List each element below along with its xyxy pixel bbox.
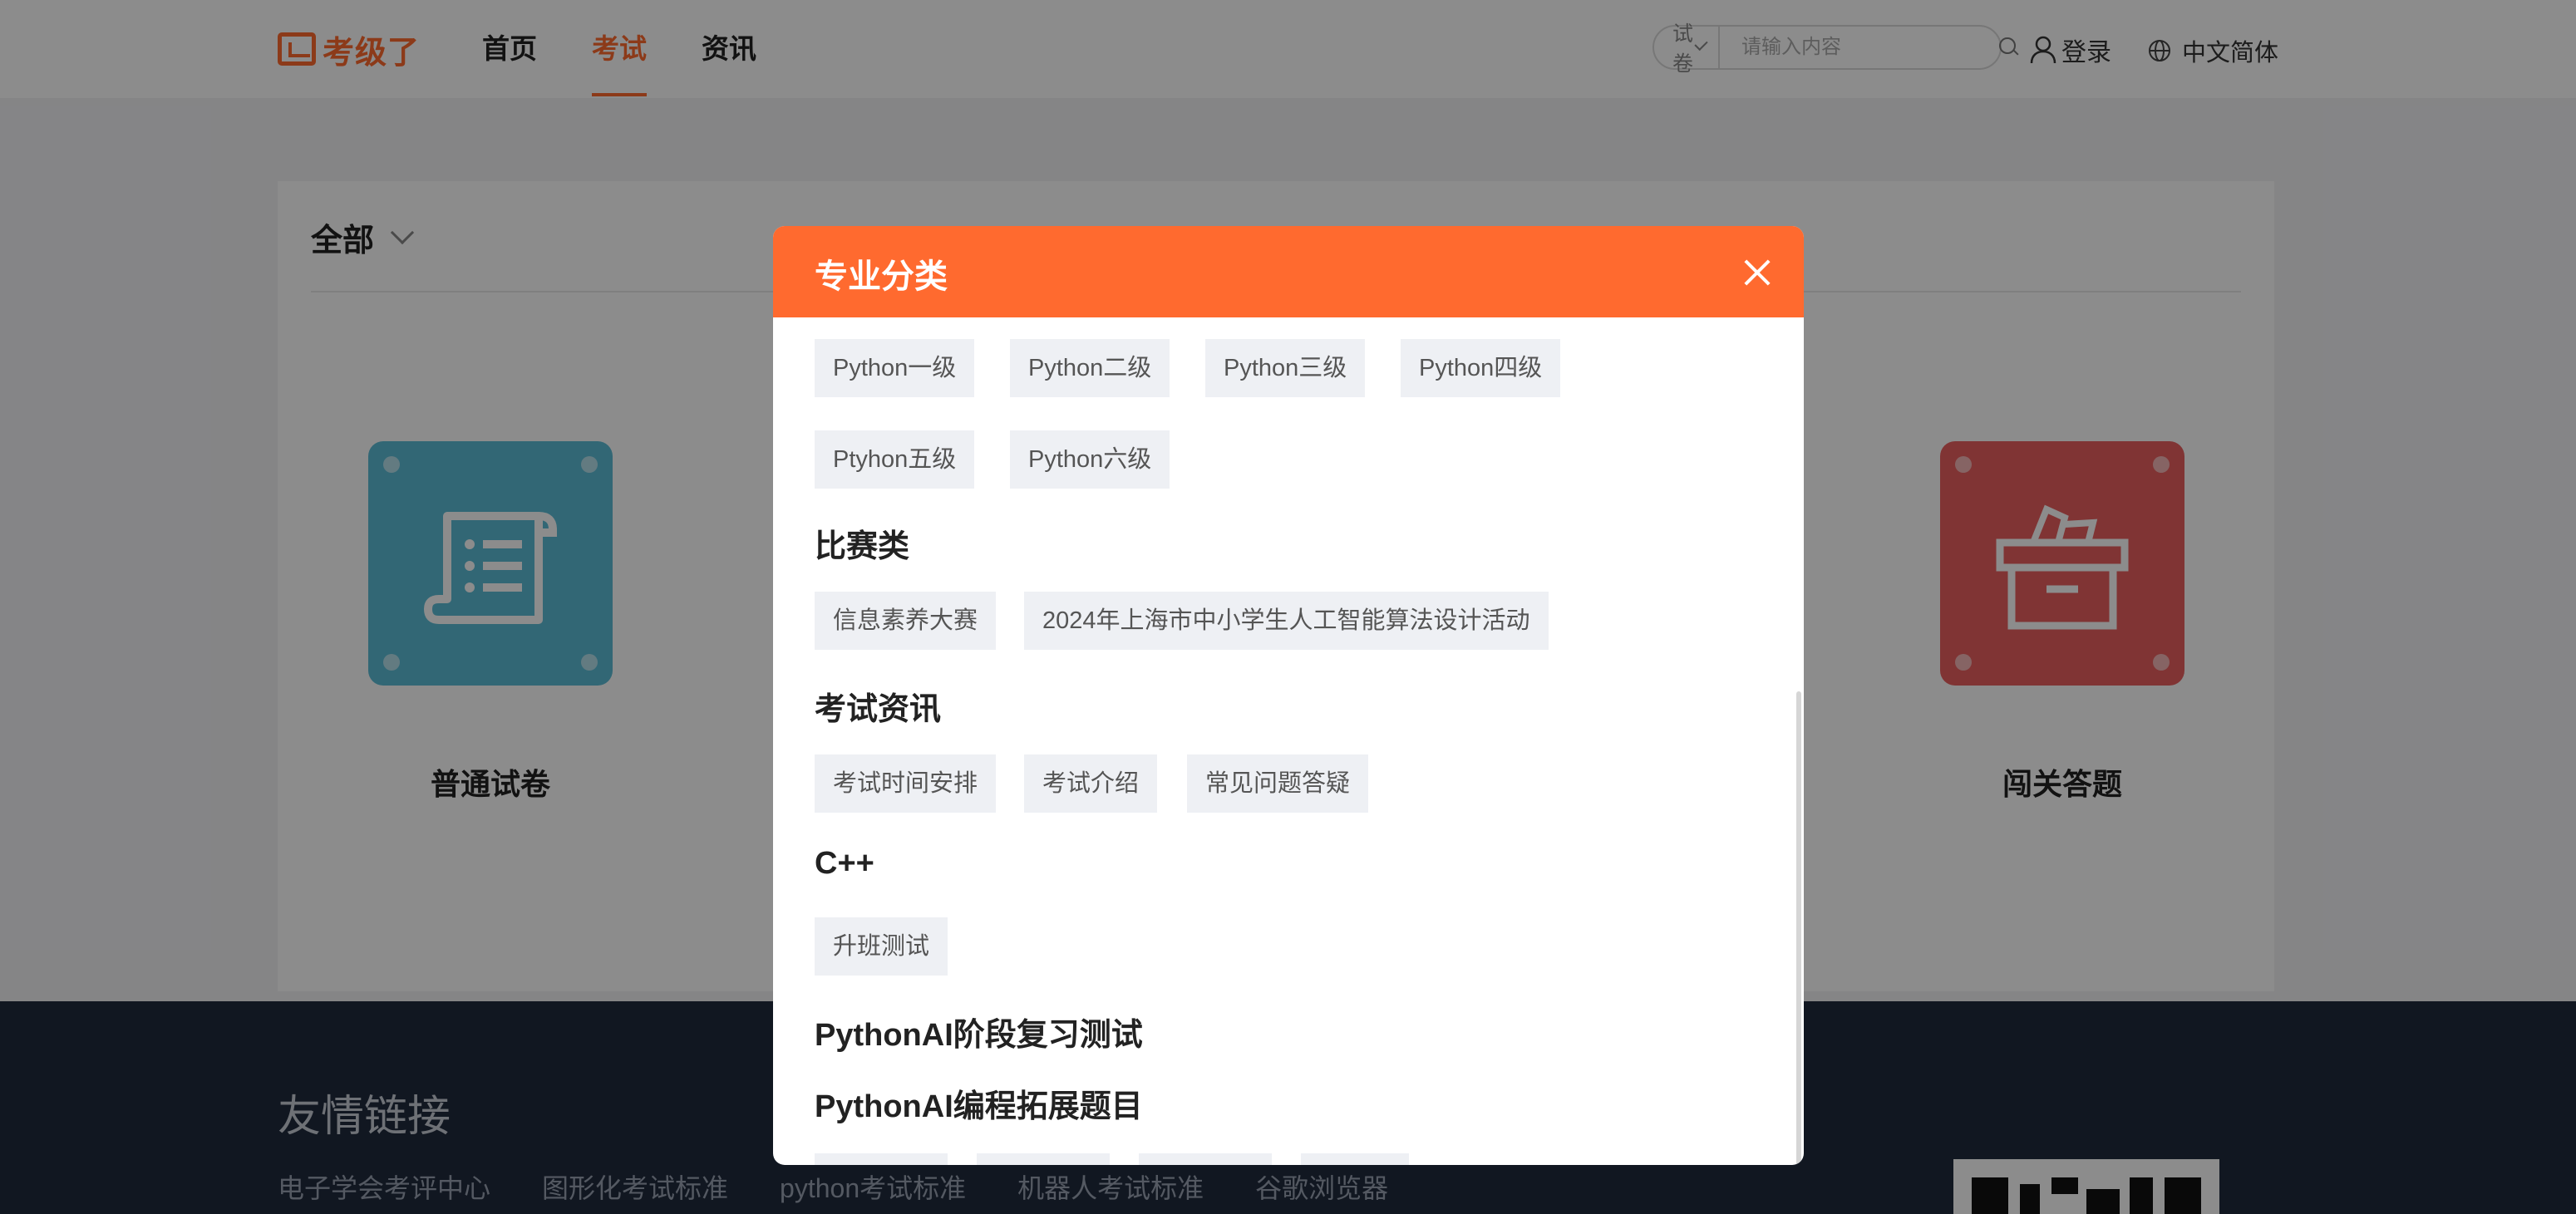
category-title: 比赛类 bbox=[815, 529, 910, 564]
category-title: PythonAI编程拓展题目 bbox=[815, 1089, 1143, 1124]
category-tag[interactable]: 常见问题答疑 bbox=[1187, 754, 1369, 813]
category-tag[interactable]: 信息素养大赛 bbox=[815, 592, 997, 650]
category-tag[interactable]: 考试时间安排 bbox=[815, 754, 997, 813]
tag-python-4[interactable]: Python四级 bbox=[1401, 339, 1561, 397]
category-modal: 专业分类 Python一级 Python二级 Python三级 Python四级… bbox=[773, 226, 1804, 1165]
tag-python-5[interactable]: Ptyhon五级 bbox=[815, 430, 975, 489]
category-tag-partial[interactable] bbox=[1139, 1153, 1272, 1165]
modal-title: 专业分类 bbox=[815, 258, 948, 295]
category-tag-partial[interactable] bbox=[815, 1153, 948, 1165]
category-tag-partial[interactable] bbox=[1301, 1153, 1409, 1165]
category-title: PythonAI阶段复习测试 bbox=[815, 1018, 1143, 1053]
category-title: 考试资讯 bbox=[815, 692, 942, 727]
modal-header: 专业分类 bbox=[773, 226, 1804, 317]
modal-body: Python一级 Python二级 Python三级 Python四级 Ptyh… bbox=[773, 317, 1804, 1165]
tag-python-3[interactable]: Python三级 bbox=[1205, 339, 1366, 397]
tag-python-2[interactable]: Python二级 bbox=[1010, 339, 1170, 397]
tag-python-1[interactable]: Python一级 bbox=[815, 339, 975, 397]
modal-scrollbar[interactable] bbox=[1796, 691, 1801, 1165]
category-tag[interactable]: 2024年上海市中小学生人工智能算法设计活动 bbox=[1024, 592, 1549, 650]
category-tag[interactable]: 升班测试 bbox=[815, 917, 948, 976]
category-title: C++ bbox=[815, 846, 874, 881]
category-tag-partial[interactable] bbox=[977, 1153, 1110, 1165]
category-tag[interactable]: 考试介绍 bbox=[1024, 754, 1158, 813]
tag-python-6[interactable]: Python六级 bbox=[1010, 430, 1170, 489]
close-icon[interactable] bbox=[1742, 258, 1772, 288]
